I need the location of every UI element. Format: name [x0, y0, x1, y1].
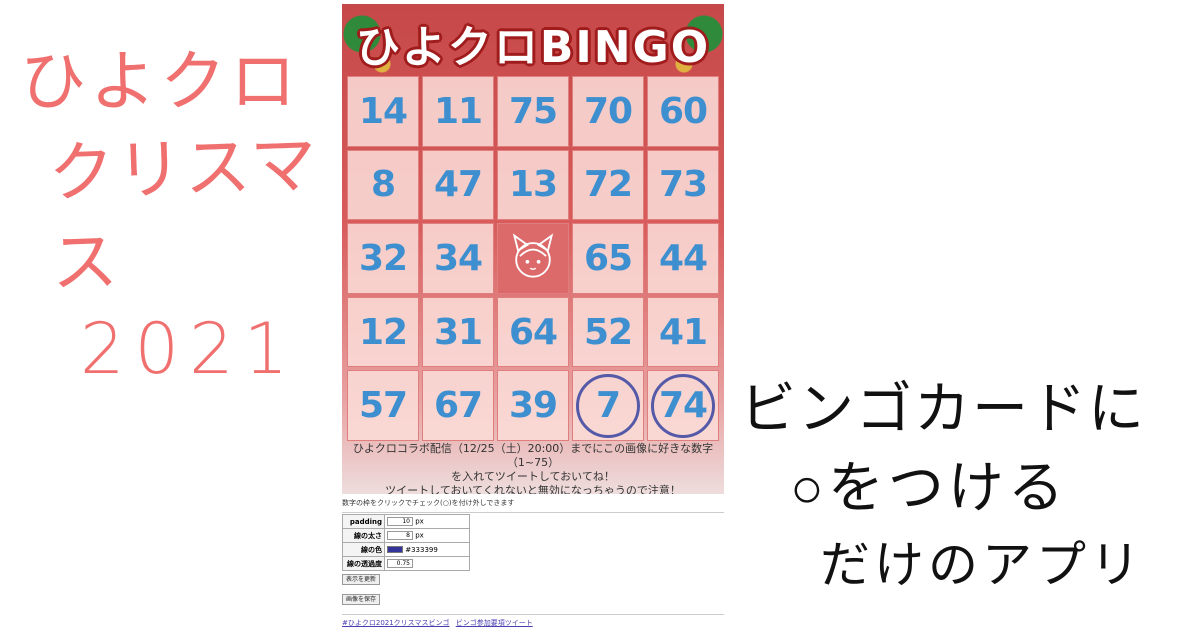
- settings-table: padding 10 px 線の太さ 8 px 線の色 #333399 線の透過…: [342, 514, 470, 571]
- caption-line-2: ○をつける: [790, 456, 1068, 521]
- bingo-cell[interactable]: 73: [647, 149, 719, 221]
- bingo-cell[interactable]: 70: [572, 76, 644, 147]
- hashtag-link[interactable]: #ひよクロ2021クリスマスビンゴ: [342, 619, 449, 627]
- bingo-number: 52: [583, 311, 633, 353]
- footer-links: #ひよクロ2021クリスマスビンゴ ビンゴ参加要項ツイート: [342, 618, 537, 628]
- line-opacity-label: 線の透過度: [342, 556, 385, 571]
- padding-label: padding: [342, 514, 385, 529]
- title-line-1: ひよクロ: [20, 43, 300, 120]
- line-width-unit: px: [415, 531, 424, 540]
- bingo-cell[interactable]: 75: [497, 76, 569, 147]
- bingo-cell[interactable]: 60: [647, 76, 719, 147]
- bingo-number: 47: [433, 164, 483, 206]
- line-color-value: #333399: [405, 545, 438, 554]
- mascot-face-icon: [512, 233, 554, 279]
- bingo-number: 44: [658, 237, 708, 279]
- bingo-number: 70: [583, 90, 633, 132]
- bingo-number: 64: [508, 311, 558, 353]
- bingo-cell[interactable]: 67: [422, 370, 494, 441]
- bingo-cell[interactable]: 41: [647, 296, 719, 368]
- bingo-number: 32: [358, 237, 408, 279]
- handwritten-caption: ビンゴカードに ○をつける だけのアプリ: [740, 370, 1190, 602]
- bingo-card: ひよクロBINGO 14 11 75 70 60 8 47 13 72 73 32 34 65 44 12 3…: [342, 4, 724, 494]
- notice-text: ひよクロコラボ配信（12/25（土）20:00）までにこの画像に好きな数字（1~…: [342, 442, 724, 494]
- bingo-number: 31: [433, 311, 483, 353]
- bingo-app: ひよクロBINGO 14 11 75 70 60 8 47 13 72 73 32 34 65 44 12 3…: [342, 4, 724, 630]
- bingo-number: 11: [433, 90, 483, 132]
- notice-line-3: ツイートしておいてくれないと無効になっちゃうので注意！: [385, 484, 681, 494]
- line-color-picker[interactable]: [387, 546, 403, 553]
- settings-row-line-opacity: 線の透過度 0.75: [342, 556, 470, 571]
- line-color-label: 線の色: [342, 542, 385, 557]
- handwritten-title: ひよクロ クリスマス 2021: [20, 40, 340, 394]
- bingo-cell[interactable]: 39: [497, 370, 569, 441]
- bingo-cell[interactable]: 44: [647, 223, 719, 294]
- bingo-number: 57: [358, 385, 408, 427]
- bingo-cell[interactable]: 8: [347, 149, 419, 221]
- notice-line-2: を入れてツイートしておいてね！: [451, 470, 615, 483]
- bingo-cell[interactable]: 74: [647, 370, 719, 441]
- footer-divider: [342, 614, 724, 615]
- bingo-cell[interactable]: 31: [422, 296, 494, 368]
- line-opacity-input[interactable]: 0.75: [387, 559, 413, 568]
- check-circle-mark: [651, 373, 715, 438]
- title-line-2: クリスマス: [47, 125, 320, 303]
- check-circle-mark: [576, 373, 640, 438]
- bingo-grid: 14 11 75 70 60 8 47 13 72 73 32 34 65 44 12 31 64 52 41 57 6…: [347, 76, 719, 441]
- bingo-number: 75: [508, 90, 558, 132]
- free-space-cell[interactable]: [497, 223, 569, 294]
- bingo-number: 60: [658, 90, 708, 132]
- bingo-number: 8: [370, 164, 396, 206]
- bingo-number: 73: [658, 164, 708, 206]
- caption-line-1: ビンゴカードに: [740, 377, 1146, 442]
- bingo-cell[interactable]: 72: [572, 149, 644, 221]
- bingo-cell[interactable]: 52: [572, 296, 644, 368]
- bingo-number: 65: [583, 237, 633, 279]
- bingo-number: 13: [508, 164, 558, 206]
- bingo-number: 34: [433, 237, 483, 279]
- bingo-number: 72: [583, 164, 633, 206]
- bingo-cell[interactable]: 12: [347, 296, 419, 368]
- settings-row-line-width: 線の太さ 8 px: [342, 528, 470, 543]
- caption-line-3: だけのアプリ: [820, 536, 1144, 594]
- bingo-cell[interactable]: 14: [347, 76, 419, 147]
- bingo-cell[interactable]: 7: [572, 370, 644, 441]
- line-width-label: 線の太さ: [342, 528, 385, 543]
- title-line-3: 2021: [80, 308, 299, 390]
- bingo-number: 67: [433, 385, 483, 427]
- bingo-number: 12: [358, 311, 408, 353]
- bingo-cell[interactable]: 47: [422, 149, 494, 221]
- bingo-cell[interactable]: 65: [572, 223, 644, 294]
- bingo-number: 39: [508, 385, 558, 427]
- bingo-logo: ひよクロBINGO: [355, 22, 711, 73]
- settings-row-padding: padding 10 px: [342, 514, 470, 529]
- instruction-text: 数字の枠をクリックでチェック(○)を付け外しできます: [342, 498, 724, 513]
- bingo-number: 14: [358, 90, 408, 132]
- padding-input[interactable]: 10: [387, 517, 413, 526]
- bingo-cell[interactable]: 64: [497, 296, 569, 368]
- padding-unit: px: [415, 517, 424, 526]
- bingo-cell[interactable]: 34: [422, 223, 494, 294]
- settings-row-line-color: 線の色 #333399: [342, 542, 470, 557]
- bingo-cell[interactable]: 57: [347, 370, 419, 441]
- save-image-button[interactable]: 画像を保存: [342, 594, 381, 605]
- line-width-input[interactable]: 8: [387, 531, 413, 540]
- entry-rules-link[interactable]: ビンゴ参加要項ツイート: [456, 619, 533, 627]
- bingo-cell[interactable]: 32: [347, 223, 419, 294]
- refresh-display-button[interactable]: 表示を更新: [342, 574, 381, 585]
- bingo-number: 41: [658, 311, 708, 353]
- bingo-cell[interactable]: 11: [422, 76, 494, 147]
- bingo-cell[interactable]: 13: [497, 149, 569, 221]
- notice-line-1: ひよクロコラボ配信（12/25（土）20:00）までにこの画像に好きな数字（1~…: [352, 442, 714, 469]
